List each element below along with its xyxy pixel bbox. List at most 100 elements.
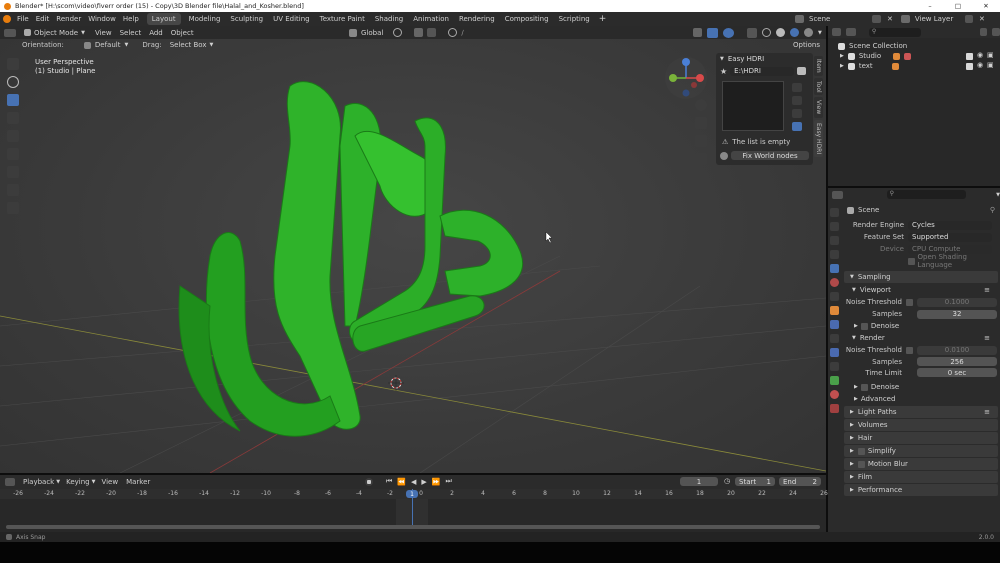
vp-noise-threshold-checkbox[interactable] bbox=[906, 298, 913, 306]
scale-tool-icon[interactable] bbox=[7, 130, 19, 142]
3d-viewport[interactable]: Object Mode ▼ View Select Add Object Glo… bbox=[0, 26, 826, 473]
chevron-down-icon[interactable]: ▼ bbox=[720, 56, 724, 62]
new-collection-icon[interactable] bbox=[992, 28, 1000, 36]
list-menu-icon[interactable]: ≡ bbox=[984, 286, 990, 294]
sampling-section[interactable]: ▼ Sampling bbox=[844, 271, 998, 283]
tab-sculpting[interactable]: Sculpting bbox=[225, 13, 268, 25]
view-layer-props-icon[interactable] bbox=[830, 250, 839, 259]
menu-help[interactable]: Help bbox=[123, 15, 139, 23]
simplify-section[interactable]: ▶ Simplify bbox=[844, 445, 998, 457]
tab-scripting[interactable]: Scripting bbox=[554, 13, 595, 25]
chevron-right-icon[interactable]: ▶ bbox=[854, 396, 858, 402]
list-menu-icon[interactable]: ≡ bbox=[984, 408, 990, 416]
outliner-row[interactable]: ▶ text ◉ ▣ bbox=[828, 61, 1000, 71]
annotate-tool-icon[interactable] bbox=[7, 166, 19, 178]
particles-props-icon[interactable] bbox=[830, 334, 839, 343]
menu-render[interactable]: Render bbox=[56, 15, 81, 23]
tab-texture-paint[interactable]: Texture Paint bbox=[315, 13, 370, 25]
camera-restrict-icon[interactable]: ▣ bbox=[987, 51, 994, 59]
blender-menu-icon[interactable] bbox=[3, 15, 11, 23]
constraints-props-icon[interactable] bbox=[830, 362, 839, 371]
viewport-subsection[interactable]: Viewport bbox=[860, 286, 891, 294]
time-limit-field[interactable]: 0 sec bbox=[917, 368, 997, 377]
view-layer-close-icon[interactable]: ✕ bbox=[979, 15, 985, 23]
object-props-icon[interactable] bbox=[830, 306, 839, 315]
render-engine-dropdown[interactable]: Cycles bbox=[908, 220, 992, 230]
outliner-row[interactable]: ▶ Studio ◉ ▣ bbox=[828, 51, 1000, 61]
settings-icon[interactable] bbox=[792, 109, 802, 118]
scene-close-icon[interactable]: ✕ bbox=[887, 15, 893, 23]
tab-tool[interactable]: Tool bbox=[814, 77, 823, 96]
clock-icon[interactable]: ◷ bbox=[724, 477, 730, 485]
camera-icon[interactable] bbox=[695, 135, 707, 147]
tab-layout[interactable]: Layout bbox=[146, 13, 181, 25]
scene-copy-icon[interactable] bbox=[872, 15, 881, 23]
physics-props-icon[interactable] bbox=[830, 348, 839, 357]
navigation-gizmo[interactable] bbox=[664, 56, 708, 100]
output-props-icon[interactable] bbox=[830, 236, 839, 245]
exclude-checkbox[interactable] bbox=[966, 63, 973, 70]
add-cube-tool-icon[interactable] bbox=[7, 202, 19, 214]
tab-rendering[interactable]: Rendering bbox=[454, 13, 500, 25]
tab-modeling[interactable]: Modeling bbox=[184, 13, 226, 25]
menu-file[interactable]: File bbox=[17, 15, 29, 23]
scene-collection-label[interactable]: Scene Collection bbox=[849, 42, 907, 50]
chevron-down-icon[interactable]: ▼ bbox=[996, 192, 1000, 198]
folder-icon[interactable] bbox=[797, 67, 807, 75]
outliner-item-studio[interactable]: Studio bbox=[859, 52, 881, 60]
start-frame-field[interactable]: Start 1 bbox=[735, 477, 775, 486]
volumes-section[interactable]: ▶ Volumes bbox=[844, 419, 998, 431]
display-mode-icon[interactable] bbox=[846, 28, 856, 36]
fix-world-nodes-button[interactable]: Fix World nodes bbox=[731, 151, 809, 160]
view-layer-icon[interactable] bbox=[900, 15, 910, 23]
chevron-right-icon[interactable]: ▶ bbox=[854, 384, 858, 390]
advanced-subsection[interactable]: Advanced bbox=[861, 395, 896, 403]
r-noise-threshold-field[interactable]: 0.0100 bbox=[917, 345, 997, 355]
outliner-editor-icon[interactable] bbox=[832, 28, 842, 36]
exclude-checkbox[interactable] bbox=[966, 53, 973, 60]
data-props-icon[interactable] bbox=[830, 376, 839, 385]
feature-set-dropdown[interactable]: Supported bbox=[908, 232, 992, 242]
timeline-scrollbar[interactable] bbox=[6, 525, 820, 529]
film-section[interactable]: ▶ Film bbox=[844, 471, 998, 483]
vp-denoise-checkbox[interactable] bbox=[860, 322, 868, 330]
expand-arrow-icon[interactable]: ▶ bbox=[840, 53, 844, 59]
scene-icon[interactable] bbox=[795, 15, 804, 23]
timeline-menu-view[interactable]: View bbox=[101, 478, 118, 486]
search-input[interactable]: ⚲ bbox=[868, 27, 921, 37]
view-layer-copy-icon[interactable] bbox=[965, 15, 973, 23]
next-keyframe-icon[interactable]: ⏩ bbox=[432, 478, 441, 486]
chevron-down-icon[interactable]: ▼ bbox=[852, 287, 856, 293]
vp-noise-threshold-field[interactable]: 0.1000 bbox=[917, 297, 997, 307]
camera-restrict-icon[interactable]: ▣ bbox=[987, 61, 994, 69]
render-props-icon[interactable] bbox=[830, 222, 839, 231]
tool-props-icon[interactable] bbox=[830, 208, 839, 217]
render-subsection[interactable]: Render bbox=[860, 334, 885, 342]
r-samples-field[interactable]: 256 bbox=[917, 357, 997, 366]
playhead-marker[interactable]: 1 bbox=[406, 490, 418, 498]
eye-icon[interactable]: ◉ bbox=[977, 51, 983, 59]
performance-section[interactable]: ▶ Performance bbox=[844, 484, 998, 496]
modifier-props-icon[interactable] bbox=[830, 320, 839, 329]
scene-props-icon[interactable] bbox=[830, 264, 839, 273]
cursor-tool-icon[interactable] bbox=[7, 76, 19, 88]
osl-checkbox[interactable] bbox=[908, 257, 915, 265]
texture-props-icon[interactable] bbox=[830, 404, 839, 413]
material-props-icon[interactable] bbox=[830, 390, 839, 399]
jump-end-icon[interactable]: ⏭ bbox=[446, 477, 452, 486]
list-menu-icon[interactable]: ≡ bbox=[984, 334, 990, 342]
select-box-tool-icon[interactable] bbox=[7, 58, 19, 70]
timeline-editor-icon[interactable] bbox=[5, 478, 15, 486]
hdri-folder-field[interactable]: E:\HDRI bbox=[730, 66, 795, 76]
timeline-menu-keying[interactable]: Keying bbox=[66, 478, 90, 486]
add-workspace-icon[interactable]: + bbox=[595, 14, 611, 24]
hdri-preview[interactable] bbox=[722, 81, 784, 131]
menu-edit[interactable]: Edit bbox=[36, 15, 50, 23]
view-layer-name[interactable]: View Layer bbox=[915, 15, 953, 23]
refresh-icon[interactable] bbox=[792, 83, 802, 92]
menu-window[interactable]: Window bbox=[88, 15, 116, 23]
tab-item[interactable]: Item bbox=[814, 56, 823, 76]
measure-tool-icon[interactable] bbox=[7, 184, 19, 196]
r-denoise-checkbox[interactable] bbox=[860, 383, 868, 391]
chevron-right-icon[interactable]: ▶ bbox=[854, 323, 858, 329]
